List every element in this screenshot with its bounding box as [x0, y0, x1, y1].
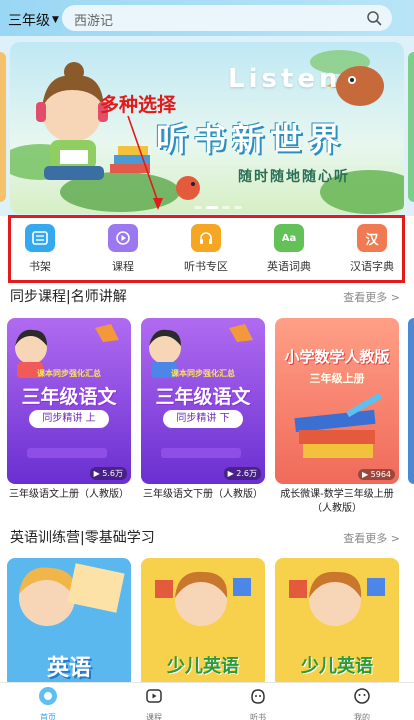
- english-course-card[interactable]: 少儿英语: [141, 558, 265, 688]
- course-card-caption[interactable]: 三年级语文下册（人教版）: [138, 488, 268, 502]
- english-course-card[interactable]: 少儿英语: [275, 558, 399, 688]
- card-series-label: 课本同步强化汇总: [171, 369, 235, 378]
- english-card-title: 英语: [46, 656, 91, 681]
- category-label: 英语词典: [267, 260, 311, 273]
- banner-next-peek[interactable]: [408, 52, 414, 202]
- category-english-dict[interactable]: Aa 英语词典: [254, 224, 324, 274]
- category-label: 听书专区: [184, 260, 228, 273]
- category-label: 课程: [112, 260, 134, 273]
- nav-label: 听书: [250, 713, 266, 720]
- course-icon: [146, 689, 162, 703]
- carousel-dot: [194, 206, 202, 209]
- play-count: 5964: [370, 470, 391, 479]
- listen-icon: [251, 689, 265, 704]
- carousel-dot-active: [206, 206, 218, 209]
- course-card-art: [294, 392, 382, 458]
- home-icon: [39, 687, 57, 705]
- carousel-dot: [234, 206, 242, 209]
- category-label: 书架: [29, 260, 51, 273]
- top-bar: 三年级 ▼ 西游记: [0, 0, 414, 36]
- bookshelf-icon: [25, 224, 55, 252]
- nav-label: 课程: [146, 713, 162, 720]
- promo-banner[interactable]: Listen 听书新世界 随时随地随心听 多种选择: [10, 42, 404, 214]
- course-card[interactable]: 课本同步强化汇总 三年级语文 同步精讲 下 ▶ 2.6万: [141, 318, 265, 484]
- category-audiobook[interactable]: 听书专区: [171, 224, 241, 274]
- nav-course[interactable]: 课程: [124, 686, 184, 720]
- search-placeholder: 西游记: [74, 14, 114, 29]
- card-heading: 小学数学人教版: [284, 348, 390, 366]
- card-heading: 三年级语文: [21, 386, 117, 408]
- banner-listen-text: Listen: [228, 64, 342, 94]
- bottom-navigation: 首页 课程 听书 我的: [0, 682, 414, 720]
- nav-home[interactable]: 首页: [18, 686, 78, 720]
- category-course[interactable]: 课程: [88, 224, 158, 274]
- banner-prev-peek[interactable]: [0, 52, 6, 202]
- banner-subtitle: 随时随地随心听: [238, 169, 350, 185]
- next-card-peek[interactable]: [408, 318, 414, 484]
- carousel-indicator: [194, 206, 242, 209]
- card-series-label: 课本同步强化汇总: [37, 369, 101, 378]
- dictionary-icon: Aa: [274, 224, 304, 252]
- course-card[interactable]: 课本同步强化汇总 三年级语文 同步精讲 上 ▶ 5.6万: [7, 318, 131, 484]
- grade-selector[interactable]: 三年级 ▼: [8, 10, 59, 30]
- grade-label: 三年级: [8, 13, 50, 29]
- section-title-sync: 同步课程|名师讲解: [10, 289, 127, 305]
- profile-icon: [354, 688, 370, 704]
- english-course-card[interactable]: 英语: [7, 558, 131, 688]
- play-count-badge: ▶ 5.6万: [89, 467, 127, 480]
- see-more-sync-link[interactable]: 查看更多 >: [343, 289, 400, 305]
- course-card-caption[interactable]: 成长微课-数学三年级上册（人教版）: [272, 488, 402, 516]
- card-heading: 三年级语文: [155, 386, 251, 408]
- see-more-english-link[interactable]: 查看更多 >: [343, 530, 400, 546]
- carousel-dot: [222, 206, 230, 209]
- play-count-badge: ▶ 2.6万: [223, 467, 261, 480]
- chinese-dict-icon: 汉: [357, 224, 387, 252]
- nav-label: 我的: [354, 713, 370, 720]
- category-bookshelf[interactable]: 书架: [5, 224, 75, 274]
- banner-title: 听书新世界: [156, 120, 347, 158]
- card-pill: 同步精讲 上: [29, 410, 109, 428]
- play-count-badge: ▶ 5964: [357, 469, 395, 480]
- nav-profile[interactable]: 我的: [332, 686, 392, 720]
- nav-label: 首页: [40, 713, 56, 720]
- search-icon[interactable]: [366, 10, 382, 26]
- category-chinese-dict[interactable]: 汉 汉语字典: [337, 224, 407, 274]
- search-bar[interactable]: 西游记: [62, 5, 392, 31]
- play-count: 2.6万: [236, 469, 257, 478]
- category-label: 汉语字典: [350, 260, 394, 273]
- course-card[interactable]: 小学数学人教版 三年级上册 ▶ 5964: [275, 318, 399, 484]
- course-card-caption[interactable]: 三年级语文上册（人教版）: [4, 488, 134, 502]
- course-play-icon: [108, 224, 138, 252]
- play-count: 5.6万: [102, 469, 123, 478]
- english-card-title: 少儿英语: [167, 656, 239, 677]
- headphones-icon: [191, 224, 221, 252]
- annotation-label: 多种选择: [100, 94, 177, 116]
- card-pill: 同步精讲 下: [163, 410, 243, 428]
- caret-down-icon: ▼: [52, 15, 59, 25]
- section-title-english: 英语训练营|零基础学习: [10, 530, 155, 546]
- card-subheading: 三年级上册: [309, 372, 365, 385]
- nav-listen[interactable]: 听书: [228, 686, 288, 720]
- english-card-title: 少儿英语: [301, 656, 373, 677]
